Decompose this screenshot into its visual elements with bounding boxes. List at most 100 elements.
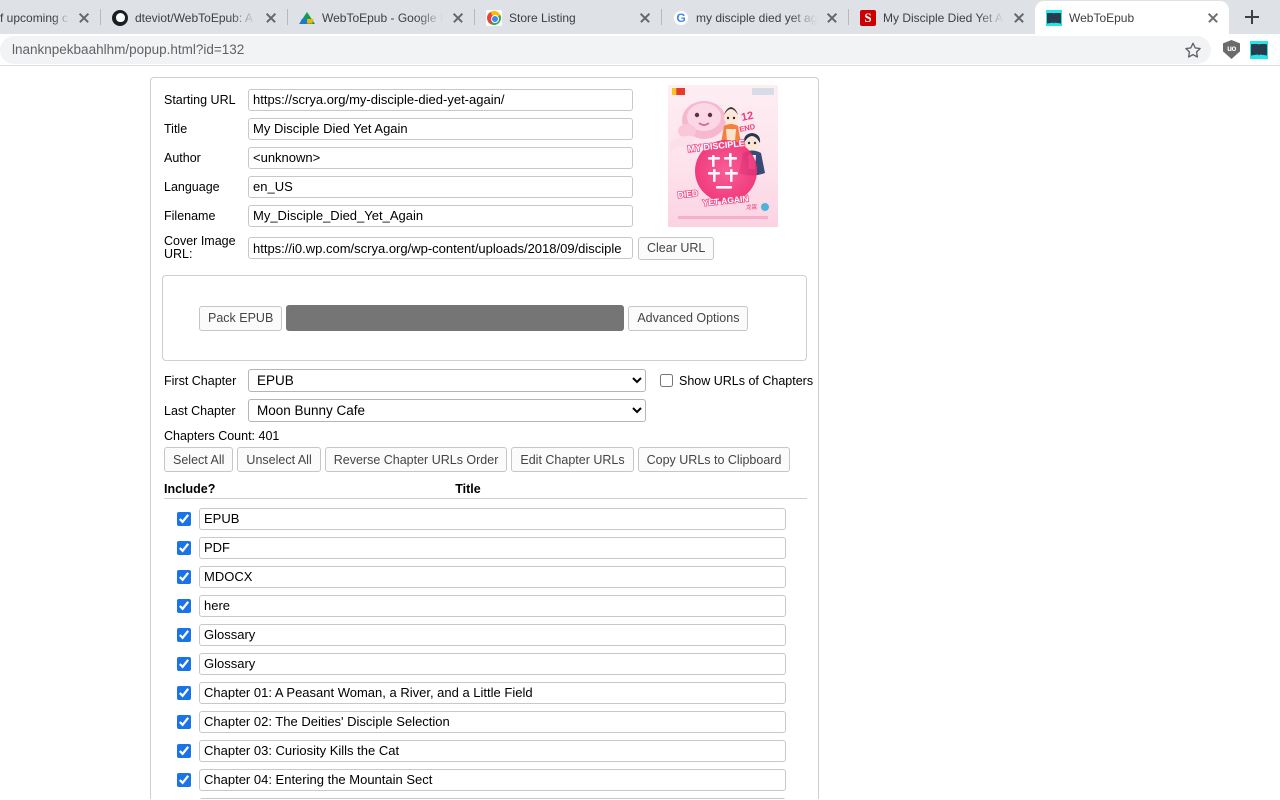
cover-image-url-label: Cover Image URL: [164,234,236,261]
unselect-all-button[interactable]: Unselect All [237,447,321,472]
tab-close-icon[interactable] [637,10,653,26]
language-input[interactable] [248,175,633,198]
table-row [164,591,818,620]
include-chapter-checkbox[interactable] [177,685,191,700]
include-chapter-checkbox[interactable] [177,714,191,729]
cover-art: MY DISCIPLE DIED YET AGAIN 12 END 龙嵩 [668,85,778,227]
chapter-title-input[interactable] [199,768,786,791]
table-row [164,794,818,799]
chapter-title-input[interactable] [199,507,786,530]
show-urls-checkbox[interactable] [660,374,673,387]
chapter-title-input[interactable] [199,623,786,646]
browser-tab-webtoepub-active[interactable]: WebToEpub [1035,1,1229,34]
pack-epub-button[interactable]: Pack EPUB [199,305,283,331]
copy-urls-to-clipboard-button[interactable]: Copy URLs to Clipboard [637,447,791,472]
svg-text:龙嵩: 龙嵩 [746,203,758,211]
google-icon [673,9,689,26]
browser-tab-1[interactable]: dteviot/WebToEpub: A s [101,1,287,34]
chapter-title-input[interactable] [199,739,786,762]
ublock-label: uo [1227,44,1236,53]
starting-url-input[interactable] [248,88,633,111]
address-bar[interactable]: lnanknpekbaahlhm/popup.html?id=132 [0,35,1211,64]
new-tab-button[interactable] [1238,3,1266,31]
chapter-title-input[interactable] [199,797,786,799]
chapter-title-input[interactable] [199,536,786,559]
include-chapter-checkbox[interactable] [177,598,191,613]
chapter-title-input[interactable] [199,594,786,617]
bookmark-star-icon[interactable] [1181,38,1205,62]
webtoepub-extension-icon[interactable] [1250,40,1268,59]
extension-icons: uo [1215,40,1280,59]
browser-tab-5[interactable]: My Disciple Died Yet Ag [849,1,1035,34]
include-cell [164,569,199,584]
title-input[interactable] [248,117,633,140]
pack-epub-panel: Pack EPUB Advanced Options [162,275,807,361]
tab-strip: f upcoming ch dteviot/WebToEpub: A s Web… [0,0,1280,34]
author-input[interactable] [248,146,633,169]
address-bar-text: lnanknpekbaahlhm/popup.html?id=132 [12,42,245,57]
filename-label: Filename [164,208,216,223]
tab-close-icon[interactable] [824,10,840,26]
tab-close-icon[interactable] [1011,10,1027,26]
reverse-chapter-urls-order-button[interactable]: Reverse Chapter URLs Order [324,447,508,472]
show-urls-label[interactable]: Show URLs of Chapters [679,374,813,388]
tab-title: WebToEpub [1069,10,1135,25]
include-chapter-checkbox[interactable] [177,772,191,787]
include-chapter-checkbox[interactable] [177,627,191,642]
pack-progress-bar [286,305,625,331]
include-cell [164,540,199,555]
chapter-title-input[interactable] [199,681,786,704]
browser-tab-0[interactable]: f upcoming ch [0,1,100,34]
filename-input[interactable] [248,204,633,227]
field-row-cover-image-url: Cover Image URL: Clear URL [151,233,818,263]
tab-title: Store Listing [509,10,576,25]
first-chapter-select[interactable]: EPUB [248,369,646,392]
cover-image-thumbnail: MY DISCIPLE DIED YET AGAIN 12 END 龙嵩 [668,85,778,227]
chapter-action-buttons: Select All Unselect All Reverse Chapter … [164,447,818,472]
tab-close-icon[interactable] [263,10,279,26]
tab-title: My Disciple Died Yet Ag [883,10,1004,25]
last-chapter-row: Last Chapter Moon Bunny Cafe [164,399,818,422]
starting-url-label: Starting URL [164,92,236,107]
webtoepub-icon [1046,9,1062,26]
edit-chapter-urls-button[interactable]: Edit Chapter URLs [511,447,634,472]
include-cell [164,743,199,758]
clear-url-button[interactable]: Clear URL [638,236,715,260]
include-chapter-checkbox[interactable] [177,743,191,758]
include-chapter-checkbox[interactable] [177,569,191,584]
chapter-list [151,504,818,799]
last-chapter-label: Last Chapter [164,403,236,418]
chapter-title-input[interactable] [199,565,786,588]
webtoepub-popup-panel: Starting URL Title Author Language Filen [150,77,819,799]
include-chapter-checkbox[interactable] [177,511,191,526]
last-chapter-select[interactable]: Moon Bunny Cafe [248,399,646,422]
tab-close-icon[interactable] [76,10,92,26]
browser-tab-4[interactable]: my disciple died yet ag [662,1,848,34]
tab-title: dteviot/WebToEpub: A s [135,10,256,25]
ublock-origin-icon[interactable]: uo [1223,40,1240,59]
browser-tab-3[interactable]: Store Listing [475,1,661,34]
tab-close-icon[interactable] [450,10,466,26]
chapter-title-input[interactable] [199,710,786,733]
first-chapter-label: First Chapter [164,373,237,388]
advanced-options-button[interactable]: Advanced Options [628,305,749,331]
tab-close-icon[interactable] [1205,10,1221,26]
table-row [164,678,818,707]
chapter-table-header: Include? Title [164,482,807,499]
include-cell [164,598,199,613]
include-chapter-checkbox[interactable] [177,540,191,555]
cover-image-url-input[interactable] [248,237,633,259]
chapter-title-input[interactable] [199,652,786,675]
language-label: Language [164,179,220,194]
browser-toolbar: lnanknpekbaahlhm/popup.html?id=132 uo [0,34,1280,66]
select-all-button[interactable]: Select All [164,447,234,472]
chapters-count-label: Chapters Count: 401 [164,429,280,443]
include-cell [164,656,199,671]
include-chapter-checkbox[interactable] [177,656,191,671]
github-icon [112,9,128,26]
browser-tab-2[interactable]: WebToEpub - Google D [288,1,474,34]
title-column-header: Title [455,482,481,496]
table-row [164,620,818,649]
show-urls-of-chapters-control: Show URLs of Chapters [660,374,813,388]
table-row [164,765,818,794]
